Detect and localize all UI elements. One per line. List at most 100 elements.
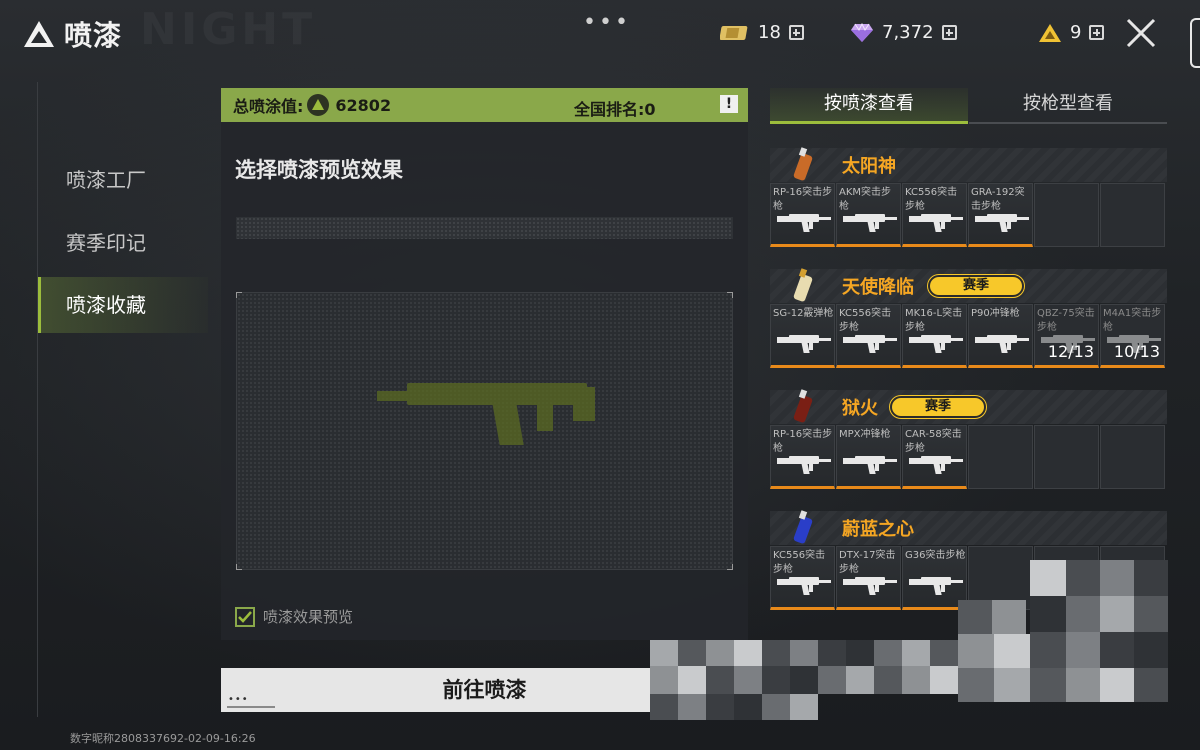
weapon-cell[interactable]: RP-16突击步枪: [770, 183, 835, 247]
nav-item-spray-factory[interactable]: 喷漆工厂: [38, 152, 208, 208]
mosaic-block: [1100, 596, 1134, 632]
mosaic-block: [902, 640, 930, 666]
rifle-icon: [975, 335, 1029, 353]
mosaic-block: [874, 666, 902, 694]
spray-group-sun-god: 太阳神 RP-16突击步枪 AKM突击步枪 KC556突击步枪 GRA-192突击步枪: [770, 147, 1167, 247]
weapon-cell[interactable]: AKM突击步枪: [836, 183, 901, 247]
mosaic-block: [902, 666, 930, 694]
group-name: 天使降临: [842, 277, 914, 298]
more-options-icon[interactable]: •••: [583, 10, 631, 35]
mosaic-block: [1066, 560, 1100, 596]
spray-selector-strip[interactable]: [236, 217, 733, 239]
spray-group-hellfire: 狱火 赛季 RP-16突击步枪 MPX冲锋枪 CAR-58突击步枪: [770, 389, 1167, 489]
info-alert-icon[interactable]: !: [720, 95, 738, 113]
weapon-cell[interactable]: SG-12霰弹枪: [770, 304, 835, 368]
loading-dots-icon: •••: [228, 694, 249, 705]
rifle-icon: [777, 335, 831, 353]
mosaic-block: [1066, 668, 1100, 702]
rifle-icon: [909, 456, 963, 474]
tab-by-spray[interactable]: 按喷漆查看: [770, 88, 968, 124]
unlock-progress: 12/13: [1047, 342, 1094, 361]
add-ticket-button[interactable]: [788, 25, 804, 40]
mosaic-block: [818, 666, 846, 694]
currency-triangle: 9: [1038, 22, 1105, 43]
view-tabs: 按喷漆查看 按枪型查看: [770, 88, 1167, 124]
close-icon[interactable]: [1124, 16, 1158, 50]
national-rank: 全国排名:0: [574, 100, 656, 119]
weapon-cell[interactable]: GRA-192突击步枪: [968, 183, 1033, 247]
mosaic-block: [992, 600, 1026, 634]
spray-preview-area: [236, 292, 733, 570]
triangle-coin-count: 9: [1070, 22, 1082, 43]
weapon-cell[interactable]: QBZ-75突击步枪 12/13: [1034, 304, 1099, 368]
mosaic-block: [734, 694, 762, 720]
score-coin-icon: [307, 94, 330, 116]
preview-toggle-row[interactable]: 喷漆效果预览: [235, 606, 353, 627]
currency-diamond: 7,372: [850, 22, 957, 43]
ticket-count: 18: [758, 22, 781, 43]
weapon-cell[interactable]: KC556突击步枪: [902, 183, 967, 247]
user-id-footer: 数字昵称2808337692-02-09-16:26: [70, 732, 256, 745]
weapon-cell[interactable]: MPX冲锋枪: [836, 425, 901, 489]
mosaic-block: [1134, 560, 1168, 596]
mosaic-block: [846, 666, 874, 694]
weapon-cells: RP-16突击步枪 MPX冲锋枪 CAR-58突击步枪: [770, 425, 1167, 489]
rifle-icon: [843, 214, 897, 232]
weapon-name: G36突击步枪: [905, 550, 966, 561]
nav-item-season-mark[interactable]: 赛季印记: [38, 215, 208, 271]
tab-by-gun-type[interactable]: 按枪型查看: [969, 88, 1167, 124]
weapon-name: MPX冲锋枪: [839, 429, 891, 440]
weapon-cell[interactable]: DTX-17突击步枪: [836, 546, 901, 610]
mosaic-block: [706, 640, 734, 666]
weapon-cells: RP-16突击步枪 AKM突击步枪 KC556突击步枪 GRA-192突击步枪: [770, 183, 1167, 247]
empty-weapon-slot[interactable]: [1034, 183, 1099, 247]
mosaic-block: [1066, 632, 1100, 668]
group-name: 蔚蓝之心: [842, 519, 914, 540]
mosaic-block: [762, 694, 790, 720]
weapon-cell[interactable]: M4A1突击步枪 10/13: [1100, 304, 1165, 368]
nav-item-spray-collection[interactable]: 喷漆收藏: [38, 277, 208, 333]
spray-can-icon: [793, 268, 813, 302]
diamond-icon: [851, 22, 873, 42]
mosaic-block: [958, 600, 992, 634]
side-panel-handle[interactable]: [1190, 18, 1200, 68]
preview-checkbox[interactable]: [235, 606, 255, 627]
mosaic-block: [994, 634, 1030, 670]
empty-weapon-slot[interactable]: [1100, 425, 1165, 489]
mosaic-block: [678, 666, 706, 694]
mosaic-block: [958, 668, 994, 702]
weapon-cell[interactable]: MK16-L突击步枪: [902, 304, 967, 368]
mosaic-block: [790, 666, 818, 694]
empty-weapon-slot[interactable]: [968, 425, 1033, 489]
mosaic-block: [1134, 596, 1168, 632]
weapon-name: P90冲锋枪: [971, 308, 1020, 319]
season-badge: 赛季: [928, 275, 1024, 297]
diamond-count: 7,372: [882, 22, 934, 43]
unlock-progress: 10/13: [1113, 342, 1160, 361]
mosaic-block: [930, 666, 958, 694]
weapon-cell[interactable]: P90冲锋枪: [968, 304, 1033, 368]
empty-weapon-slot[interactable]: [1100, 183, 1165, 247]
weapon-cell[interactable]: KC556突击步枪: [836, 304, 901, 368]
preview-panel: 选择喷漆预览效果 喷漆效果预览: [221, 122, 748, 640]
rifle-icon: [909, 335, 963, 353]
empty-weapon-slot[interactable]: [1034, 425, 1099, 489]
preview-gun-silhouette-icon: [377, 383, 595, 445]
app-title: 喷漆: [22, 14, 122, 54]
group-header: 蔚蓝之心: [770, 510, 1167, 545]
weapon-cell[interactable]: RP-16突击步枪: [770, 425, 835, 489]
page-title: 喷漆: [64, 19, 123, 52]
rifle-icon: [909, 214, 963, 232]
mosaic-block: [790, 640, 818, 666]
score-bar: 总喷涂值: 62802 全国排名:0 !: [221, 88, 748, 122]
rifle-icon: [777, 577, 831, 595]
add-triangle-coin-button[interactable]: [1089, 25, 1105, 40]
weapon-cell[interactable]: KC556突击步枪: [770, 546, 835, 610]
mosaic-block: [1030, 632, 1066, 668]
mosaic-block: [678, 640, 706, 666]
mosaic-block: [1066, 596, 1100, 632]
weapon-cell[interactable]: CAR-58突击步枪: [902, 425, 967, 489]
add-diamond-button[interactable]: [941, 25, 957, 40]
mosaic-block: [1030, 560, 1066, 596]
spray-can-icon: [793, 147, 813, 181]
